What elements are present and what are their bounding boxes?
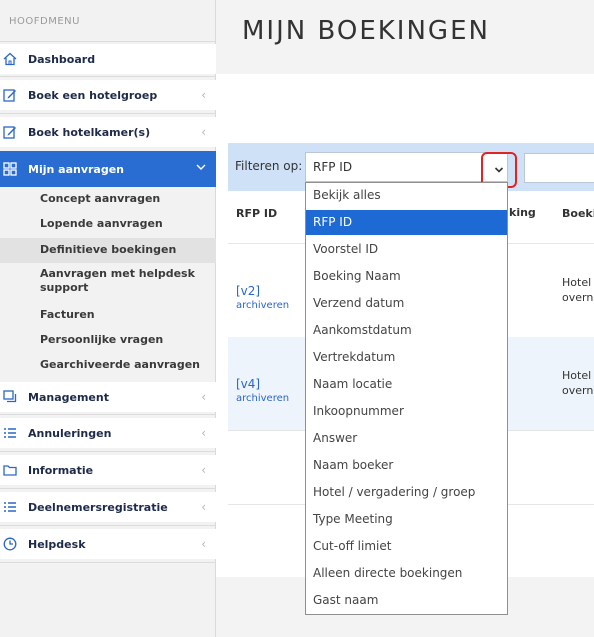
sidebar-item-helpdesk[interactable]: Helpdesk ‹ xyxy=(0,529,216,559)
dropdown-option[interactable]: Alleen directe boekingen xyxy=(306,561,507,586)
chevron-left-icon: ‹ xyxy=(201,88,206,102)
sidebar-item-label: Helpdesk xyxy=(28,537,86,551)
dropdown-option[interactable]: Naam boeker xyxy=(306,453,507,478)
sidebar: HOOFDMENU Dashboard Boek een hotelgroep … xyxy=(0,0,216,637)
page-title: MIJN BOEKINGEN xyxy=(242,16,490,46)
submenu-item[interactable]: Persoonlijke vragen xyxy=(0,333,216,347)
sidebar-item-label: Deelnemersregistratie xyxy=(28,500,168,514)
filter-label: Filteren op: xyxy=(235,159,303,173)
sidebar-item-boek-hotelkamers[interactable]: Boek hotelkamer(s) ‹ xyxy=(0,117,216,147)
sidebar-item-mijn-aanvragen[interactable]: Mijn aanvragen xyxy=(0,151,216,187)
sidebar-item-label: Management xyxy=(28,390,109,404)
dropdown-option[interactable]: Type Meeting xyxy=(306,507,507,532)
chevron-left-icon: ‹ xyxy=(201,390,206,404)
dropdown-option[interactable]: Naam locatie xyxy=(306,372,507,397)
chevron-left-icon: ‹ xyxy=(201,500,206,514)
booking-cell: overn xyxy=(562,291,594,304)
sidebar-item-label: Annuleringen xyxy=(28,426,112,440)
column-header-boeking-naam[interactable]: Boeki xyxy=(562,207,594,220)
dropdown-option[interactable]: Aankomstdatum xyxy=(306,318,507,343)
submenu-item[interactable]: Concept aanvragen xyxy=(0,192,216,206)
version-link[interactable]: [v4] xyxy=(236,377,260,391)
archive-link[interactable]: archiveren xyxy=(236,300,289,311)
column-header-boeking[interactable]: king xyxy=(509,206,536,219)
dropdown-option-highlighted[interactable]: RFP ID xyxy=(306,210,507,235)
chevron-left-icon: ‹ xyxy=(201,537,206,551)
dropdown-option[interactable]: Vertrekdatum xyxy=(306,345,507,370)
list-icon xyxy=(3,426,17,440)
edit-icon xyxy=(3,88,17,102)
column-header-rfp-id[interactable]: RFP ID xyxy=(236,207,277,220)
submenu-item[interactable]: Lopende aanvragen xyxy=(0,217,216,231)
dropdown-option[interactable]: Cut-off limiet xyxy=(306,534,507,559)
submenu-item[interactable]: Facturen xyxy=(0,308,216,322)
dropdown-option[interactable]: Inkoopnummer xyxy=(306,399,507,424)
booking-cell: Hotel xyxy=(562,369,592,382)
filter-select[interactable]: RFP ID xyxy=(305,152,508,182)
folder-icon xyxy=(3,463,17,477)
submenu-item-selected[interactable]: Definitieve boekingen xyxy=(0,238,216,263)
sidebar-item-management[interactable]: Management ‹ xyxy=(0,382,216,412)
submenu-item[interactable]: Gearchiveerde aanvragen xyxy=(0,358,216,372)
sidebar-item-deelnemersregistratie[interactable]: Deelnemersregistratie ‹ xyxy=(0,492,216,522)
chevron-down-icon xyxy=(494,163,504,177)
sidebar-item-informatie[interactable]: Informatie ‹ xyxy=(0,455,216,485)
sidebar-item-dashboard[interactable]: Dashboard xyxy=(0,44,216,74)
sidebar-item-label: Boek hotelkamer(s) xyxy=(28,125,151,139)
archive-link[interactable]: archiveren xyxy=(236,393,289,404)
booking-cell: overn xyxy=(562,384,594,397)
chevron-down-icon xyxy=(196,161,206,175)
chevron-left-icon: ‹ xyxy=(201,426,206,440)
sidebar-header: HOOFDMENU xyxy=(0,0,215,42)
dropdown-option[interactable]: Bekijk alles xyxy=(306,183,507,208)
filter-search-input[interactable] xyxy=(524,153,594,183)
sidebar-item-label: Dashboard xyxy=(28,52,96,66)
sidebar-item-label: Informatie xyxy=(28,463,94,477)
chevron-left-icon: ‹ xyxy=(201,463,206,477)
version-link[interactable]: [v2] xyxy=(236,284,260,298)
sidebar-item-annuleringen[interactable]: Annuleringen ‹ xyxy=(0,418,216,448)
booking-cell: Hotel xyxy=(562,276,592,289)
submenu-item[interactable]: Aanvragen met helpdesk support xyxy=(0,267,200,295)
sidebar-item-boek-hotelgroep[interactable]: Boek een hotelgroep ‹ xyxy=(0,80,216,110)
edit-icon xyxy=(3,125,17,139)
dropdown-option[interactable]: Hotel / vergadering / groep xyxy=(306,480,507,505)
clock-icon xyxy=(3,537,17,551)
dropdown-option[interactable]: Voorstel ID xyxy=(306,237,507,262)
chevron-left-icon: ‹ xyxy=(201,125,206,139)
grid-icon xyxy=(3,162,17,176)
dropdown-option[interactable]: Verzend datum xyxy=(306,291,507,316)
list-icon xyxy=(3,500,17,514)
sidebar-item-label: Mijn aanvragen xyxy=(28,162,125,176)
filter-dropdown-list: Bekijk alles RFP ID Voorstel ID Boeking … xyxy=(305,182,508,615)
dropdown-option[interactable]: Answer xyxy=(306,426,507,451)
copy-icon xyxy=(3,390,17,404)
sidebar-item-label: Boek een hotelgroep xyxy=(28,88,158,102)
dropdown-option[interactable]: Gast naam xyxy=(306,588,507,613)
home-icon xyxy=(3,52,17,66)
dropdown-option[interactable]: Boeking Naam xyxy=(306,264,507,289)
